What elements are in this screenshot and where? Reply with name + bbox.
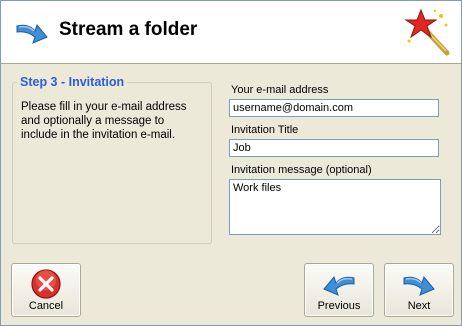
wizard-header: Stream a folder [1, 1, 461, 64]
previous-button[interactable]: Previous [304, 263, 374, 317]
page-title: Stream a folder [59, 19, 198, 40]
step-description: Please fill in your e-mail address and o… [21, 101, 187, 141]
magic-wand-icon [404, 8, 450, 56]
wizard-window: Stream a folder Step 3 - Invitation Plea… [0, 0, 462, 326]
email-field[interactable] [229, 99, 439, 117]
cancel-label: Cancel [28, 300, 64, 312]
message-field[interactable]: Work files [229, 179, 441, 235]
email-label: Your e-mail address [231, 84, 329, 96]
back-arrow-icon [323, 275, 355, 296]
cancel-icon [31, 269, 61, 299]
previous-label: Previous [317, 300, 361, 312]
title-label: Invitation Title [231, 124, 299, 136]
title-field[interactable] [229, 139, 439, 157]
next-label: Next [407, 300, 431, 312]
step-legend: Step 3 - Invitation [17, 75, 128, 89]
message-label: Invitation message (optional) [231, 164, 372, 176]
forward-arrow-icon [16, 23, 48, 44]
cancel-button[interactable]: Cancel [11, 263, 81, 317]
next-button[interactable]: Next [384, 263, 454, 317]
next-arrow-icon [403, 275, 435, 296]
